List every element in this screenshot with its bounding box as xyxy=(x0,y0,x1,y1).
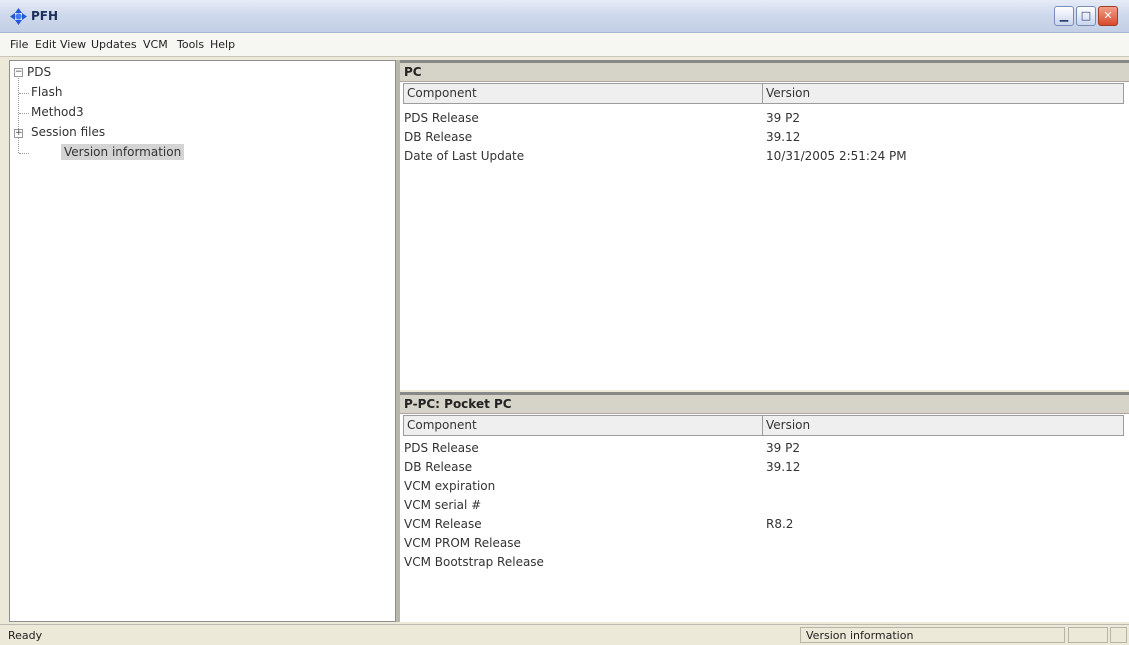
maximize-icon: □ xyxy=(1080,9,1092,22)
table-cell: VCM expiration xyxy=(404,479,496,493)
table-cell: VCM Bootstrap Release xyxy=(404,555,544,569)
table-cell: Date of Last Update xyxy=(404,149,525,163)
table-cell: PDS Release xyxy=(404,111,479,125)
pocket-pc-panel-title: P-PC: Pocket PC xyxy=(400,395,1129,414)
status-bar: Ready Version information xyxy=(0,624,1129,645)
pc-panel: PC Component Version PDS Release 39 P2 D… xyxy=(400,60,1129,390)
pc-panel-title: PC xyxy=(400,63,1129,82)
tree-node-method3[interactable]: Method3 xyxy=(31,105,84,119)
menu-file[interactable]: File xyxy=(10,38,28,51)
maximize-button[interactable]: □ xyxy=(1076,6,1096,26)
close-button[interactable]: ✕ xyxy=(1098,6,1118,26)
status-section: Version information xyxy=(806,629,914,642)
table-cell: VCM PROM Release xyxy=(404,536,521,550)
column-header-component[interactable]: Component xyxy=(403,83,763,104)
expand-icon[interactable]: + xyxy=(14,129,23,138)
pocket-pc-panel: P-PC: Pocket PC Component Version PDS Re… xyxy=(400,392,1129,622)
table-cell: 39 P2 xyxy=(766,441,800,455)
application-window: PFH ▁ □ ✕ File Edit View Updates VCM Too… xyxy=(0,0,1129,645)
tree-node-session-files[interactable]: Session files xyxy=(31,125,105,139)
table-cell: DB Release xyxy=(404,130,473,144)
title-bar[interactable]: PFH ▁ □ ✕ xyxy=(0,0,1129,33)
table-cell: R8.2 xyxy=(766,517,794,531)
menu-tools[interactable]: Tools xyxy=(177,38,204,51)
status-text: Ready xyxy=(8,629,43,642)
resize-grip-icon[interactable] xyxy=(1110,627,1127,643)
column-header-version[interactable]: Version xyxy=(762,83,1124,104)
tree-connector xyxy=(19,113,29,114)
collapse-icon[interactable]: − xyxy=(14,68,23,77)
tree-node-version-information[interactable]: Version information xyxy=(61,144,185,160)
menu-edit[interactable]: Edit xyxy=(35,38,56,51)
table-cell: VCM serial # xyxy=(404,498,482,512)
table-cell: PDS Release xyxy=(404,441,479,455)
close-icon: ✕ xyxy=(1103,9,1113,22)
window-title: PFH xyxy=(31,9,59,23)
table-cell: DB Release xyxy=(404,460,473,474)
menu-bar: File Edit View Updates VCM Tools Help xyxy=(0,33,1129,57)
minimize-button[interactable]: ▁ xyxy=(1054,6,1074,26)
menu-view[interactable]: View xyxy=(60,38,86,51)
status-pane: Version information xyxy=(800,627,1065,643)
menu-vcm[interactable]: VCM xyxy=(143,38,168,51)
table-cell: 10/31/2005 2:51:24 PM xyxy=(766,149,907,163)
menu-help[interactable]: Help xyxy=(210,38,235,51)
table-cell: 39.12 xyxy=(766,130,801,144)
tree-node-flash[interactable]: Flash xyxy=(31,85,62,99)
column-header-version[interactable]: Version xyxy=(762,415,1124,436)
app-logo-icon xyxy=(10,8,27,25)
table-cell: VCM Release xyxy=(404,517,482,531)
tree-node-pds[interactable]: PDS xyxy=(27,65,51,79)
table-cell: 39.12 xyxy=(766,460,801,474)
menu-updates[interactable]: Updates xyxy=(91,38,137,51)
status-pane xyxy=(1068,627,1108,643)
navigation-tree[interactable]: − PDS Flash Method3 + Session files Vers… xyxy=(9,60,396,622)
tree-connector xyxy=(19,153,29,154)
column-header-component[interactable]: Component xyxy=(403,415,763,436)
tree-connector xyxy=(18,78,19,153)
tree-connector xyxy=(19,93,29,94)
table-cell: 39 P2 xyxy=(766,111,800,125)
minimize-icon: ▁ xyxy=(1059,9,1069,22)
